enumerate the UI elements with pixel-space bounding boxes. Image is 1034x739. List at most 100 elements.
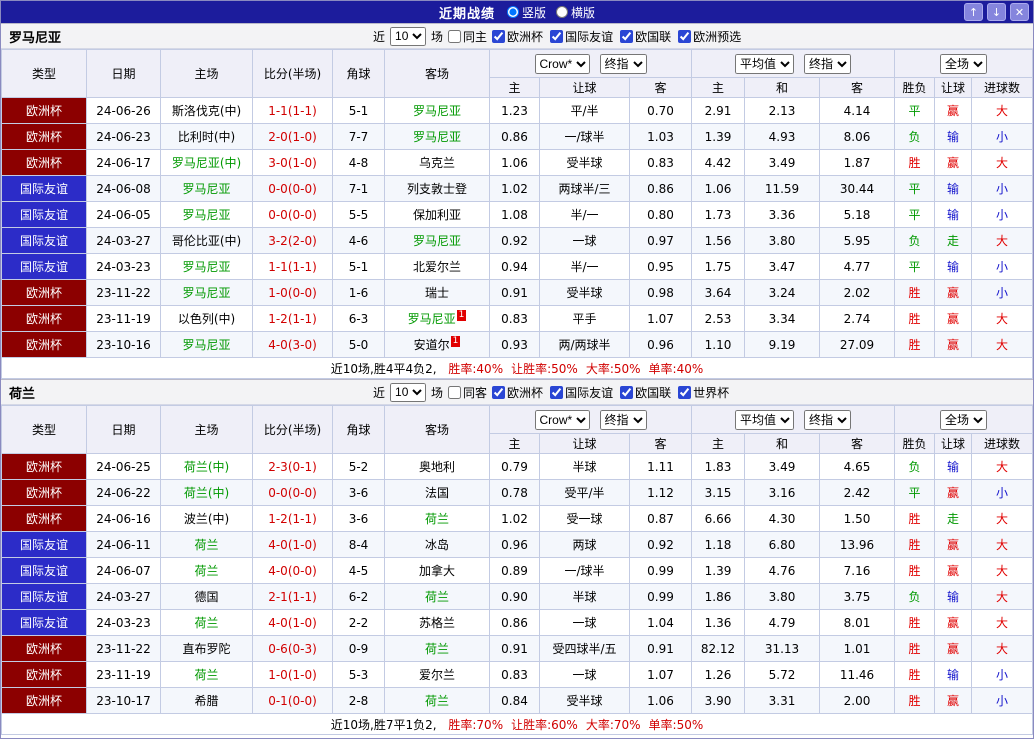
match-row: 欧洲杯 24-06-16 波兰(中) 1-2(1-1) 3-6 荷兰 1.02 受一球 0.87…: [1, 505, 1033, 532]
avg-away-odds: 1.01: [818, 635, 896, 662]
score-cell: 0-0(0-0): [252, 201, 333, 228]
col-avg-away: 客: [818, 77, 896, 98]
recent-count-select[interactable]: 10: [390, 26, 427, 46]
score-cell: 2-3(0-1): [252, 453, 333, 480]
date-cell: 24-06-22: [86, 479, 161, 506]
same-venue-filter[interactable]: 同客: [448, 384, 487, 401]
handicap-away-odds: 0.98: [629, 279, 692, 306]
same-venue-checkbox[interactable]: [448, 385, 462, 399]
league-cell: 欧洲杯: [1, 453, 87, 480]
league-filter[interactable]: 国际友谊: [550, 28, 613, 45]
handicap-home-odds: 0.94: [489, 253, 540, 280]
layout-radio-input[interactable]: [506, 6, 519, 18]
average-select[interactable]: 平均值: [735, 409, 794, 430]
handicap-away-odds: 0.86: [629, 175, 692, 202]
home-team-cell: 罗马尼亚: [160, 175, 253, 202]
handicap-away-odds: 0.92: [629, 531, 692, 558]
league-filter[interactable]: 欧国联: [620, 28, 671, 45]
league-cell: 国际友谊: [1, 609, 87, 636]
league-filter[interactable]: 世界杯: [678, 384, 729, 401]
league-filter[interactable]: 欧洲预选: [678, 28, 741, 45]
goals-result-cell: 小: [971, 175, 1033, 202]
handicap-line: 半/一: [539, 201, 630, 228]
move-down-button[interactable]: ↓: [987, 3, 1006, 21]
odds-stage-select-2[interactable]: 终指: [804, 409, 851, 430]
team-label: 荷兰: [194, 564, 219, 578]
col-crow-away: 客: [629, 77, 692, 98]
result-cell: 胜: [894, 331, 936, 358]
layout-radio-0[interactable]: 竖版: [506, 4, 546, 21]
recent-count-select[interactable]: 10: [390, 382, 427, 402]
league-filter-checkbox[interactable]: [620, 385, 634, 399]
corners-cell: 5-2: [332, 453, 385, 480]
handicap-line: 半球: [539, 453, 630, 480]
avg-away-odds: 4.65: [818, 453, 896, 480]
avg-home-odds: 2.53: [691, 305, 745, 332]
odds-stage-select[interactable]: 终指: [599, 409, 647, 430]
avg-draw-odds: 2.13: [744, 97, 820, 124]
fulltime-select[interactable]: 全场: [940, 409, 987, 430]
handicap-home-odds: 0.96: [489, 531, 540, 558]
team-label: 德国: [194, 590, 219, 604]
recent-results-window: 近期战绩 竖版 横版 ↑ ↓ ✕ 罗马尼亚 近 10 场 同主 欧洲杯 国际友谊 欧国…: [0, 0, 1034, 739]
close-button[interactable]: ✕: [1010, 3, 1029, 21]
league-filter[interactable]: 国际友谊: [550, 384, 613, 401]
average-select[interactable]: 平均值: [735, 53, 794, 74]
handicap-line: 受平/半: [539, 479, 630, 506]
home-team-cell: 哥伦比亚(中): [160, 227, 253, 254]
match-row: 国际友谊 24-03-23 罗马尼亚 1-1(1-1) 5-1 北爱尔兰 0.94 半/一 0.…: [1, 253, 1033, 280]
league-filter[interactable]: 欧国联: [620, 384, 671, 401]
league-filter[interactable]: 欧洲杯: [492, 28, 543, 45]
bookmaker-select[interactable]: Crow*: [534, 53, 590, 74]
away-team-cell: 罗马尼亚 1: [384, 305, 490, 332]
score-cell: 4-0(1-0): [252, 609, 333, 636]
summary-stat: 胜率:40%: [448, 361, 504, 376]
home-team-cell: 罗马尼亚: [160, 331, 253, 358]
team-label: 罗马尼亚: [182, 338, 231, 352]
fulltime-select[interactable]: 全场: [940, 53, 987, 74]
goals-result-cell: 小: [971, 201, 1033, 228]
date-cell: 24-06-16: [86, 505, 161, 532]
same-venue-checkbox[interactable]: [448, 29, 462, 43]
league-filter-checkbox[interactable]: [678, 385, 692, 399]
layout-radio-1[interactable]: 横版: [556, 4, 595, 21]
away-team-cell: 荷兰: [384, 583, 490, 610]
league-filter-checkbox[interactable]: [550, 29, 564, 43]
odds-stage-select[interactable]: 终指: [599, 53, 647, 74]
handicap-result-cell: 输: [934, 201, 973, 228]
league-filter-checkbox[interactable]: [492, 29, 506, 43]
league-cell: 欧洲杯: [1, 635, 87, 662]
avg-home-odds: 4.42: [691, 149, 745, 176]
same-venue-filter[interactable]: 同主: [448, 28, 487, 45]
date-cell: 23-11-19: [86, 661, 161, 688]
handicap-home-odds: 1.08: [489, 201, 540, 228]
date-cell: 23-10-17: [86, 687, 161, 714]
league-filter-checkbox[interactable]: [678, 29, 692, 43]
col-goals: 进球数: [971, 77, 1033, 98]
score-cell: 0-0(0-0): [252, 479, 333, 506]
team-label: 加拿大: [418, 564, 455, 578]
corners-cell: 7-1: [332, 175, 385, 202]
away-team-cell: 安道尔 1: [384, 331, 490, 358]
team-name: 荷兰: [9, 386, 36, 402]
league-filter-checkbox[interactable]: [492, 385, 506, 399]
matches-label: 场: [431, 29, 444, 44]
handicap-away-odds: 0.97: [629, 227, 692, 254]
league-filter-checkbox[interactable]: [620, 29, 634, 43]
score-cell: 1-1(1-1): [252, 253, 333, 280]
layout-radio-input[interactable]: [556, 6, 568, 18]
move-up-button[interactable]: ↑: [964, 3, 983, 21]
odds-stage-select-2[interactable]: 终指: [804, 53, 851, 74]
team-label: 以色列(中): [177, 312, 236, 326]
result-cell: 胜: [894, 305, 936, 332]
avg-away-odds: 5.95: [818, 227, 896, 254]
bookmaker-select[interactable]: Crow*: [534, 409, 590, 430]
date-cell: 24-06-26: [86, 97, 161, 124]
col-date: 日期: [86, 49, 161, 98]
league-filter-checkbox[interactable]: [550, 385, 564, 399]
league-filter[interactable]: 欧洲杯: [492, 384, 543, 401]
result-cell: 平: [894, 253, 936, 280]
handicap-home-odds: 0.86: [489, 123, 540, 150]
result-cell: 胜: [894, 531, 936, 558]
europe-odds-group: 平均值 终指: [690, 49, 896, 78]
